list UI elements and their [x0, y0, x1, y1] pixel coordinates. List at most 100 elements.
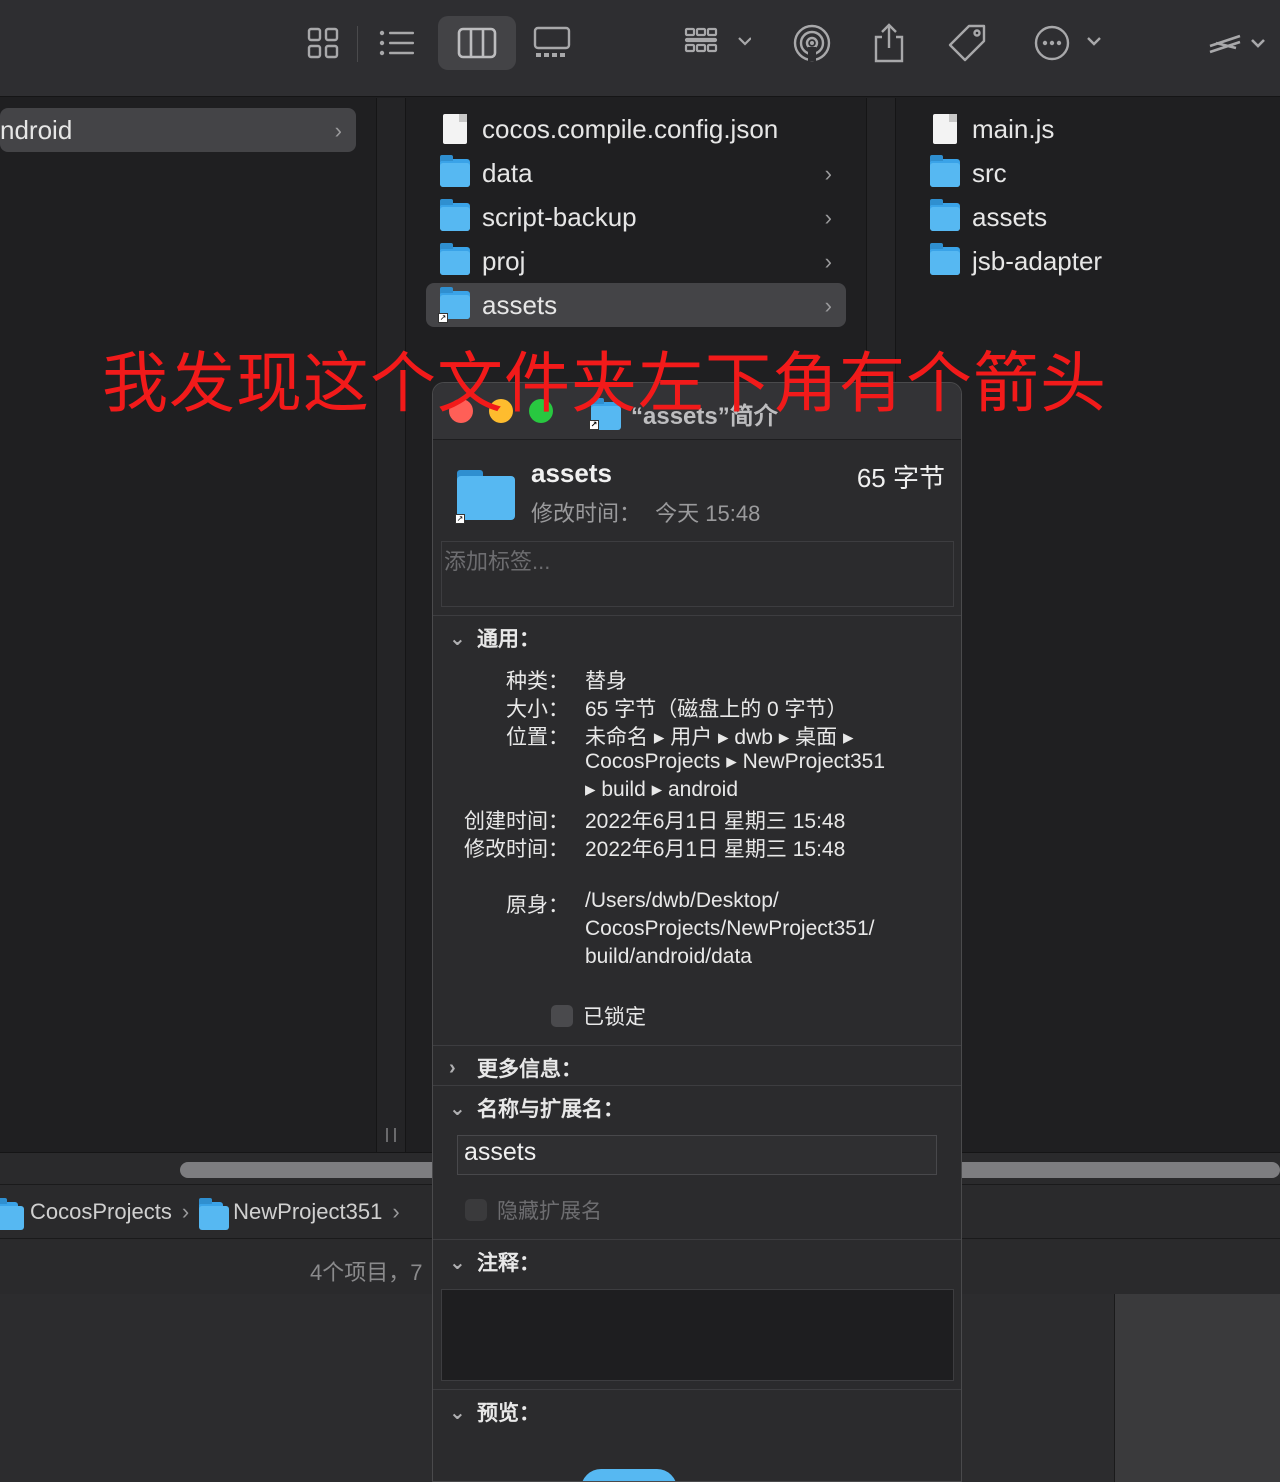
alias-arrow-icon: ↗ — [455, 514, 465, 524]
created-value: 2022年6月1日 星期三 15:48 — [585, 810, 846, 833]
list-item[interactable]: jsb-adapter — [930, 239, 1270, 283]
annotation-text: 我发现这个文件夹左下角有个箭头 — [102, 345, 1107, 422]
created-label: 创建时间： — [464, 810, 569, 833]
folder-icon — [930, 199, 960, 231]
section-title: 名称与扩展名： — [477, 1098, 624, 1121]
section-preview-header[interactable]: ⌄ 预览： — [449, 1397, 540, 1427]
divider — [433, 1239, 961, 1240]
more-icon[interactable] — [1030, 16, 1106, 70]
item-name: assets — [531, 458, 612, 488]
item-label: proj — [482, 245, 526, 276]
alias-arrow-icon: ↗ — [438, 313, 448, 323]
item-size: 65 字节 — [856, 463, 945, 493]
chevron-right-icon: › — [449, 1056, 456, 1079]
json-file-icon — [443, 114, 467, 144]
item-label: script-backup — [482, 201, 637, 232]
chevron-right-icon: › — [824, 161, 832, 186]
size-label: 大小： — [506, 698, 569, 721]
alias-arrow-icon: ↗ — [589, 419, 599, 430]
chevron-down-icon: ⌄ — [449, 1097, 466, 1120]
preview-folder-icon — [581, 1469, 677, 1481]
divider — [433, 1389, 961, 1390]
section-comments-header[interactable]: ⌄ 注释： — [449, 1247, 540, 1277]
where-value: 未命名 ▸ 用户 ▸ dwb ▸ 桌面 ▸ — [585, 726, 854, 749]
locked-label: 已锁定 — [583, 1006, 646, 1029]
toolbar-separator — [357, 26, 358, 62]
share-icon[interactable] — [866, 16, 912, 70]
airdrop-icon[interactable] — [788, 16, 836, 70]
path-item-label: CocosProjects — [30, 1198, 172, 1224]
original-value: CocosProjects/NewProject351/ — [585, 917, 875, 940]
comments-textarea[interactable] — [441, 1289, 954, 1381]
item-label: jsb-adapter — [972, 245, 1103, 276]
column-divider[interactable] — [376, 98, 406, 1152]
path-item[interactable]: NewProject351 — [199, 1197, 382, 1230]
info-header: ↗ assets 65 字节 修改时间： 今天 15:48 — [433, 440, 961, 542]
section-title: 通用： — [477, 628, 540, 651]
info-window: ↗ “assets”简介 ↗ assets 65 字节 修改时间： 今天 15:… — [432, 382, 962, 1482]
folder-icon — [0, 1197, 24, 1230]
checkbox-icon[interactable] — [551, 1005, 573, 1027]
divider — [433, 615, 961, 616]
item-label: assets — [972, 201, 1048, 232]
tag-icon[interactable] — [942, 16, 992, 70]
chevron-right-icon: › — [392, 1198, 400, 1224]
list-item-selected[interactable]: ↗ assets › — [426, 283, 846, 327]
section-general-header[interactable]: ⌄ 通用： — [449, 623, 540, 653]
alias-folder-icon: ↗ — [438, 287, 470, 323]
hide-extension-checkbox[interactable]: 隐藏扩展名 — [465, 1195, 602, 1225]
list-item[interactable]: main.js — [930, 107, 1270, 151]
section-more-info-header[interactable]: › 更多信息： — [449, 1053, 582, 1083]
list-view-icon[interactable] — [374, 16, 420, 70]
chevron-down-icon: ⌄ — [449, 627, 466, 650]
background-window — [1114, 1294, 1280, 1482]
list-item[interactable]: data › — [440, 151, 846, 195]
modified-value: 2022年6月1日 星期三 15:48 — [585, 838, 846, 861]
group-icon[interactable] — [676, 16, 756, 70]
section-name-ext-header[interactable]: ⌄ 名称与扩展名： — [449, 1093, 624, 1123]
checkbox-icon[interactable] — [465, 1199, 487, 1221]
column-view-icon[interactable] — [438, 16, 516, 70]
scripts-icon[interactable] — [1200, 16, 1274, 70]
chevron-right-icon: › — [824, 293, 832, 318]
size-value: 65 字节（磁盘上的 0 字节） — [585, 698, 848, 721]
locked-checkbox[interactable]: 已锁定 — [551, 1001, 646, 1031]
folder-icon — [930, 243, 960, 275]
original-value: /Users/dwb/Desktop/ — [585, 889, 779, 912]
list-item[interactable]: cocos.compile.config.json — [440, 107, 846, 151]
column-1-item[interactable]: ndroid › — [0, 108, 356, 152]
column-1: ndroid › — [0, 98, 377, 1152]
folder-icon — [199, 1197, 230, 1230]
folder-icon — [440, 155, 470, 187]
chevron-down-icon: ⌄ — [449, 1401, 466, 1424]
chevron-right-icon: › — [334, 118, 342, 143]
resize-handle-icon[interactable] — [386, 1128, 396, 1142]
divider — [433, 1085, 961, 1086]
list-item[interactable]: assets — [930, 195, 1270, 239]
folder-icon — [930, 155, 960, 187]
icon-view-icon[interactable] — [300, 16, 346, 70]
js-file-icon — [933, 114, 957, 144]
chevron-right-icon: › — [824, 249, 832, 274]
list-item[interactable]: script-backup › — [440, 195, 846, 239]
name-field[interactable]: assets — [457, 1135, 937, 1175]
gallery-view-icon[interactable] — [528, 16, 576, 70]
list-item[interactable]: src — [930, 151, 1270, 195]
divider — [433, 1045, 961, 1046]
tags-input[interactable]: 添加标签... — [441, 541, 954, 607]
list-item[interactable]: proj › — [440, 239, 846, 283]
section-title: 注释： — [477, 1252, 540, 1275]
item-label: main.js — [972, 113, 1055, 144]
item-label: ndroid — [0, 114, 73, 145]
hide-extension-label: 隐藏扩展名 — [497, 1200, 602, 1223]
where-label: 位置： — [506, 726, 569, 749]
where-value: ▸ build ▸ android — [585, 778, 739, 801]
original-value: build/android/data — [585, 945, 752, 968]
item-label: assets — [482, 289, 558, 320]
where-value: CocosProjects ▸ NewProject351 — [585, 750, 885, 773]
modified-summary: 修改时间： 今天 15:48 — [531, 496, 760, 528]
status-text: 4个项目，7 — [310, 1260, 423, 1285]
section-title: 更多信息： — [477, 1058, 582, 1081]
path-item[interactable]: CocosProjects — [0, 1197, 172, 1230]
item-label: data — [482, 157, 533, 188]
